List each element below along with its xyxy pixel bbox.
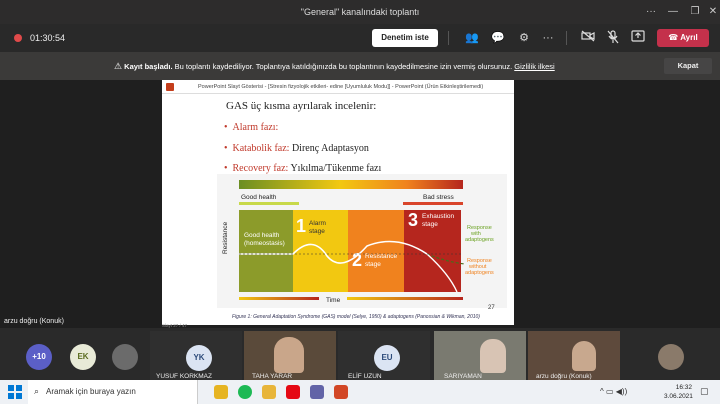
- teams-icon[interactable]: [310, 385, 324, 399]
- more-options-icon[interactable]: ···: [640, 0, 662, 24]
- participant-tile-yk[interactable]: YK YUSUF KORKMAZ: [150, 331, 242, 381]
- slide-page-number: 27: [488, 305, 495, 311]
- more-actions-icon[interactable]: ···: [540, 30, 556, 46]
- with-adaptogens-label: Response with adaptogens: [465, 225, 494, 243]
- close-banner-button[interactable]: Kapat: [664, 58, 712, 74]
- avatar: [112, 344, 138, 370]
- time-axis-label: Time: [326, 297, 341, 304]
- participants-icon[interactable]: 👥: [464, 30, 480, 46]
- avatar: [658, 344, 684, 370]
- bullet-alarm: • Alarm fazı:: [224, 122, 279, 133]
- stage1-number: 1: [296, 216, 306, 236]
- request-control-button[interactable]: Denetim iste: [372, 29, 438, 47]
- slide-heading: GAS üç kısma ayrılarak incelenir:: [226, 100, 377, 112]
- good-health-label: Good health: [241, 194, 277, 201]
- share-screen-icon[interactable]: [630, 30, 646, 46]
- windows-start-icon[interactable]: [8, 385, 22, 399]
- search-icon: ⌕: [34, 386, 40, 396]
- participant-ek[interactable]: EK: [70, 344, 96, 370]
- recording-banner: ⚠ Kayıt başladı. Bu toplantı kaydediliyo…: [0, 52, 720, 80]
- netflix-icon[interactable]: [286, 385, 300, 399]
- camera-off-icon[interactable]: [580, 30, 596, 46]
- participant-tile-eu[interactable]: EU ELİF UZUN: [338, 331, 430, 381]
- powerpoint-titlebar: PowerPoint Slayt Gösterisi - [Stresin fi…: [162, 80, 514, 94]
- bad-stress-arrows: [403, 202, 463, 205]
- stage3-number: 3: [408, 210, 418, 230]
- minimize-icon[interactable]: —: [662, 0, 684, 24]
- participant-video-taha[interactable]: TAHA YARAR: [244, 331, 336, 381]
- participant-video-sariyaman[interactable]: SARIYAMAN: [434, 331, 526, 381]
- gas-diagram-svg: Good health Bad stress Good health (homeo…: [222, 180, 494, 304]
- without-adaptogens-label: Response without adaptogens: [465, 258, 494, 276]
- window-titlebar: "General" kanalındaki toplantı ··· — ❐ ✕: [0, 0, 720, 24]
- bullet-katabolik: • Katabolik faz: Direnç Adaptasyon: [224, 143, 369, 154]
- bad-stress-label: Bad stress: [423, 194, 454, 201]
- participant-photo-avatar[interactable]: [112, 344, 138, 370]
- banner-text: ⚠ Kayıt başladı. Bu toplantı kaydediliyo…: [114, 61, 555, 71]
- breakout-rooms-icon[interactable]: ⚙: [516, 30, 532, 46]
- chat-icon[interactable]: 💬: [490, 30, 506, 46]
- leave-call-button[interactable]: ☎ Ayrıl: [657, 29, 709, 47]
- spotify-icon[interactable]: [238, 385, 252, 399]
- stage-homeostasis-block: [239, 210, 293, 292]
- warning-icon: ⚠: [114, 61, 123, 71]
- call-timer: 01:30:54: [30, 33, 66, 43]
- homeostasis-label: Good health (homeostasis): [244, 232, 285, 247]
- taskbar-clock[interactable]: 16:32 3.06.2021: [664, 383, 693, 401]
- presenter-name: arzu doğru (Konuk): [4, 318, 64, 325]
- resistance-axis-label: Resistance: [222, 221, 229, 254]
- participant-photo-avatar-right[interactable]: [658, 344, 684, 370]
- microphone-off-icon[interactable]: [605, 30, 621, 46]
- video-person: [480, 339, 506, 373]
- video-person: [572, 341, 596, 371]
- bullet-recovery: • Recovery faz: Yıkılma/Tükenme fazı: [224, 163, 382, 174]
- figure-caption: Figure 1: General Adaptation Syndrome (G…: [232, 314, 480, 320]
- good-health-arrows: [239, 202, 299, 205]
- more-participants-button[interactable]: +10: [26, 344, 52, 370]
- stress-gradient-bar: [239, 180, 463, 189]
- presentation-slide: GAS üç kısma ayrılarak incelenir: • Alarm…: [162, 94, 514, 328]
- phone-hangup-icon: ☎: [668, 33, 681, 42]
- divider: [448, 31, 449, 45]
- time-arrow-right: [347, 297, 463, 300]
- notifications-icon[interactable]: ▢: [700, 386, 709, 397]
- privacy-policy-link[interactable]: Gizlilik ilkesi: [514, 62, 554, 71]
- close-icon[interactable]: ✕: [702, 0, 720, 24]
- time-arrow-left: [239, 297, 319, 300]
- window-title: "General" kanalındaki toplantı: [300, 7, 420, 17]
- chrome-icon[interactable]: [214, 385, 228, 399]
- file-explorer-icon[interactable]: [262, 385, 276, 399]
- divider: [566, 31, 567, 45]
- recording-indicator-icon: [14, 34, 22, 42]
- participant-video-arzu[interactable]: arzu doğru (Konuk): [528, 331, 620, 381]
- video-person: [274, 337, 304, 373]
- windows-taskbar: ⌕ Aramak için buraya yazın ^ ▭ ◀)) 16:32…: [0, 380, 720, 404]
- powerpoint-title: PowerPoint Slayt Gösterisi - [Stresin fi…: [198, 84, 484, 90]
- system-tray-icons[interactable]: ^ ▭ ◀)): [600, 387, 627, 396]
- gas-diagram: Good health Bad stress Good health (homeo…: [217, 174, 507, 308]
- powerpoint-logo-icon: [166, 83, 174, 91]
- alarm-stage-label: Alarm stage: [309, 220, 326, 235]
- taskbar-search-box[interactable]: ⌕ Aramak için buraya yazın: [28, 380, 198, 404]
- powerpoint-taskbar-icon[interactable]: [334, 385, 348, 399]
- call-controls-bar: 01:30:54 Denetim iste 👥 💬 ⚙ ··· ☎ Ayrıl: [0, 24, 720, 52]
